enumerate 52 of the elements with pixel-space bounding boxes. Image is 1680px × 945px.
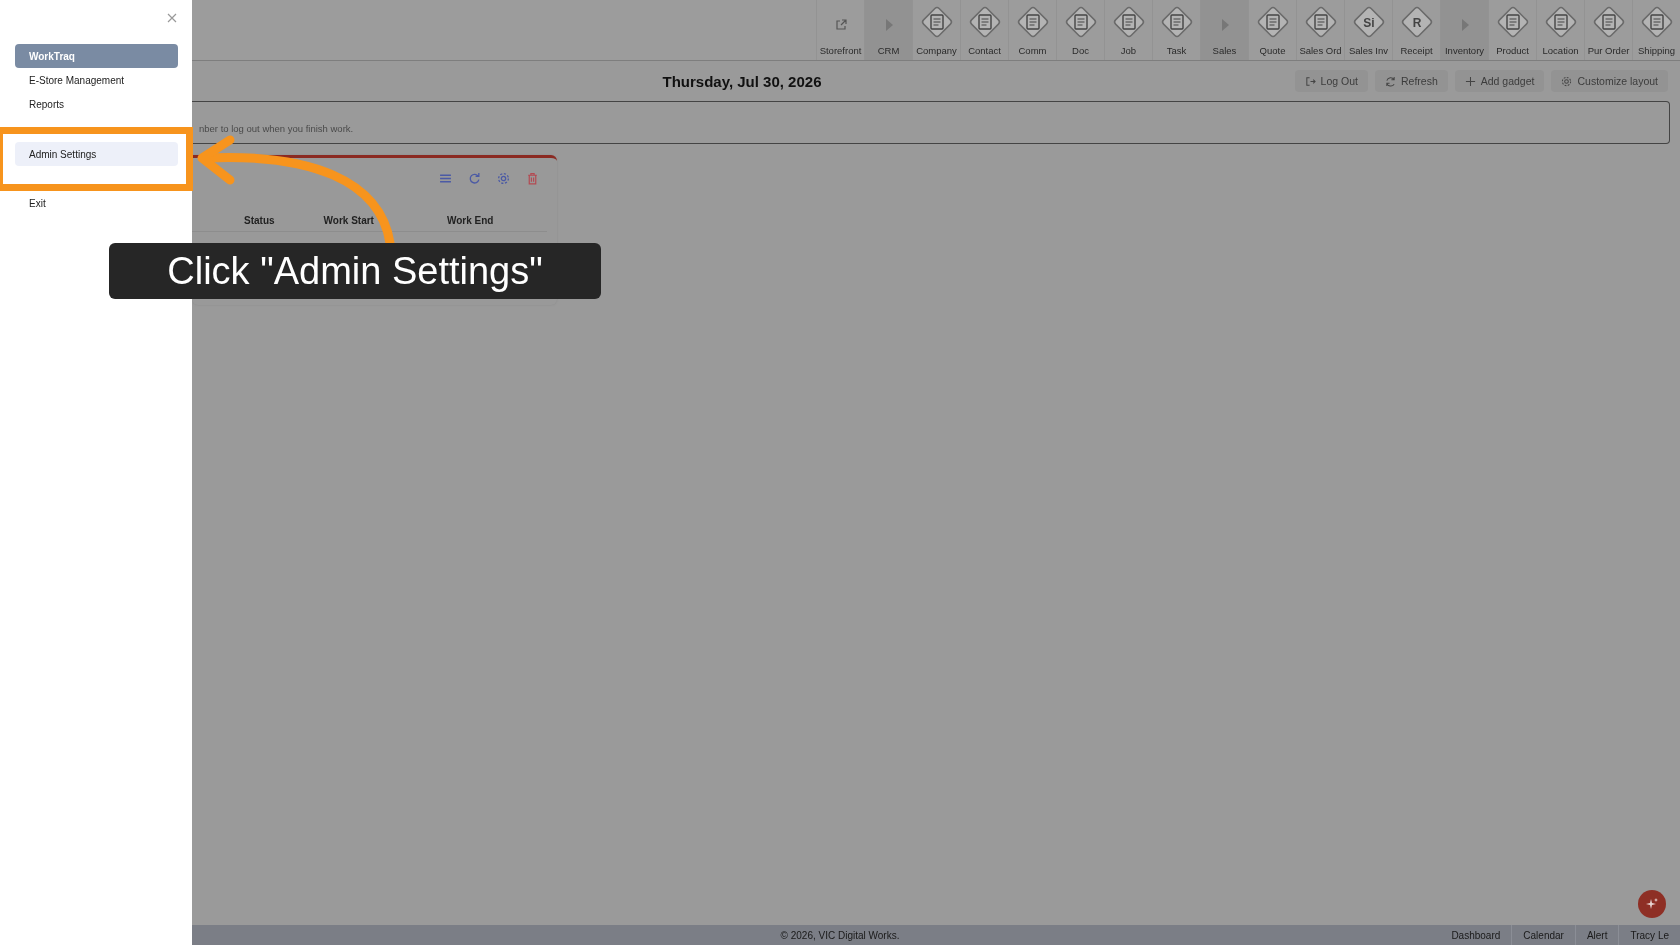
toolbar-button[interactable]: Inventory [1440,0,1488,60]
menu-item[interactable]: Reports [15,92,178,116]
date-title: Thursday, Jul 30, 2026 [662,72,822,90]
assistant-button[interactable] [1638,890,1666,918]
footer-link[interactable]: Dashboard [1440,925,1512,945]
menu-item[interactable]: WorkTraq [15,44,178,68]
header-button[interactable]: Add gadget [1454,70,1545,92]
instruction-caption: Click "Admin Settings" [109,243,601,299]
sparkle-icon [1646,898,1658,910]
toolbar-button[interactable]: Doc [1056,0,1104,60]
menu-item[interactable]: Exit [15,191,178,215]
toolbar-button[interactable]: CRM [864,0,912,60]
toolbar-button[interactable]: Quote [1248,0,1296,60]
close-icon[interactable] [166,12,178,24]
settings-icon [1561,75,1573,87]
plus-icon [1464,75,1476,87]
caret-icon [1460,19,1469,31]
refresh-icon [1384,75,1396,87]
external-link-icon [834,19,847,31]
column-header: Work Start [323,215,374,226]
menu-item[interactable]: E-Store Management [15,68,178,92]
toolbar-button[interactable]: Contact [960,0,1008,60]
header-button[interactable]: Refresh [1374,70,1448,92]
toolbar-button[interactable]: Si Sales Inv [1344,0,1392,60]
settings-icon[interactable] [497,172,510,185]
menu-icon[interactable] [439,172,452,185]
toolbar-button[interactable]: Sales Ord [1296,0,1344,60]
notice-text: nber to log out when you finish work. [199,123,354,134]
toolbar-button[interactable]: Sales [1200,0,1248,60]
menu-item[interactable]: Admin Settings [15,142,178,166]
header-button[interactable]: Customize layout [1551,70,1668,92]
toolbar-button[interactable]: R Receipt [1392,0,1440,60]
column-header: Work End [446,215,494,226]
logout-icon [1304,75,1316,87]
toolbar-button[interactable]: Shipping [1632,0,1680,60]
footer-link[interactable]: Calendar [1511,925,1575,945]
refresh-icon[interactable] [468,172,481,185]
toolbar-button[interactable]: Company [912,0,960,60]
header-button[interactable]: Log Out [1294,70,1368,92]
trash-icon[interactable] [526,172,539,185]
caret-icon [884,19,893,31]
toolbar-button[interactable]: Comm [1008,0,1056,60]
copyright-text: © 2026, VIC Digital Works. [780,929,900,941]
toolbar-button[interactable]: Task [1152,0,1200,60]
toolbar-button[interactable]: Pur Order [1584,0,1632,60]
toolbar-button[interactable]: Product [1488,0,1536,60]
footer-link[interactable]: Alert [1574,925,1619,945]
caret-icon [1220,19,1229,31]
column-header: Status [244,215,275,226]
footer-link[interactable]: Tracy Le [1618,925,1680,945]
toolbar-button[interactable]: Job [1104,0,1152,60]
toolbar-button[interactable]: Location [1536,0,1584,60]
